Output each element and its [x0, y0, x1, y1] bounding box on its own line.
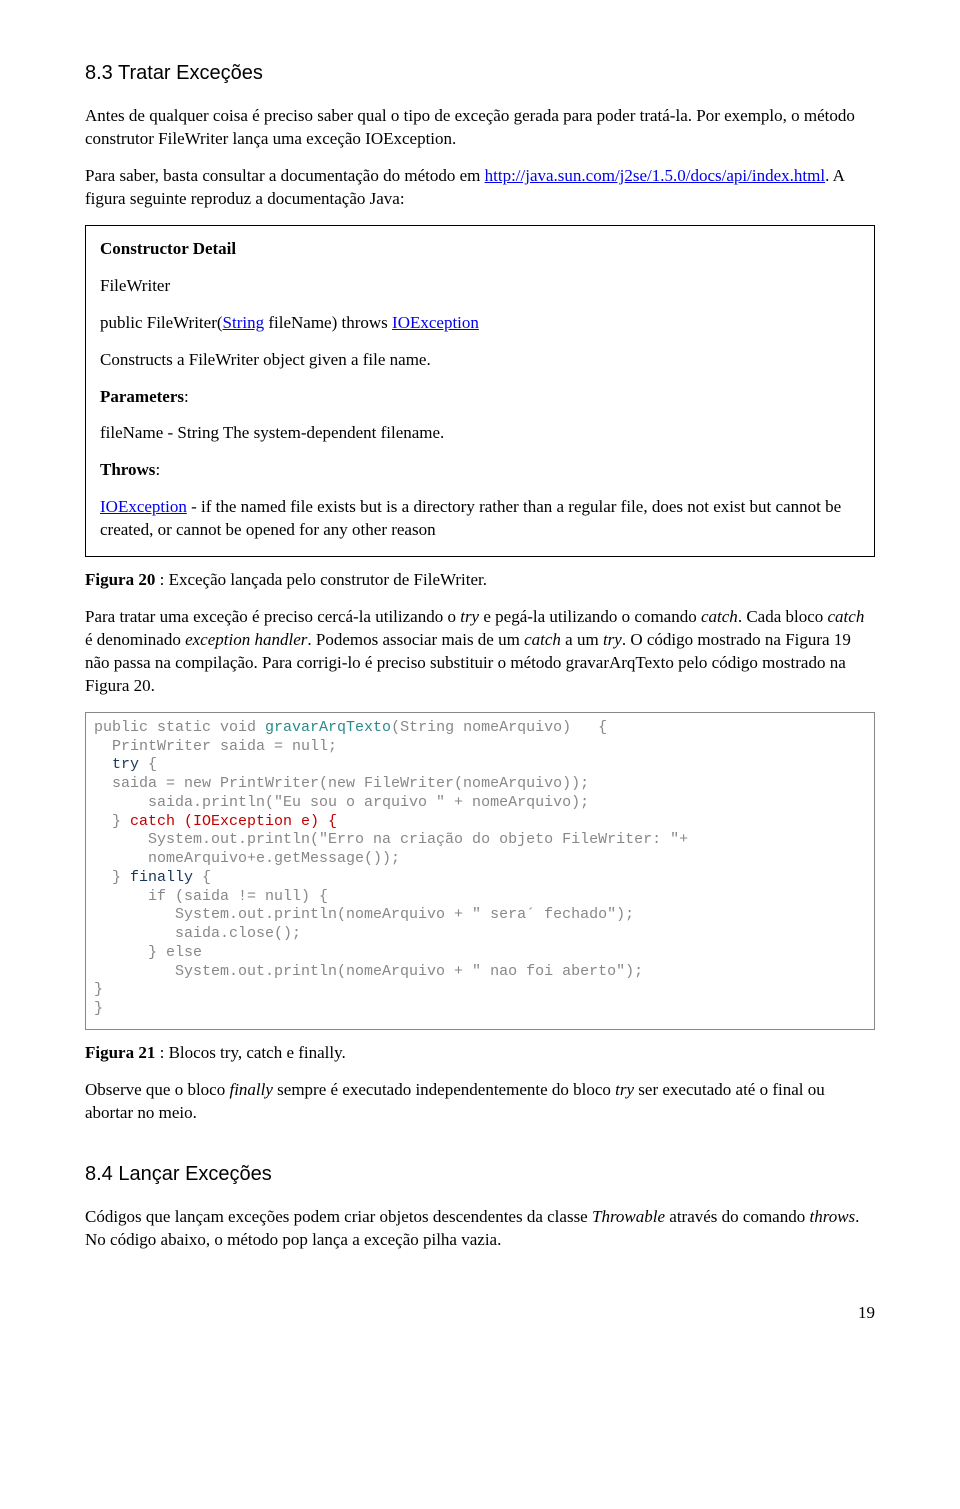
heading-8-4: 8.4 Lançar Exceções [85, 1161, 875, 1188]
text: sempre é executado independentemente do … [273, 1080, 615, 1099]
code-line: try [112, 756, 139, 773]
type-string-link[interactable]: String [223, 313, 265, 332]
text: . Cada bloco [738, 607, 828, 626]
text-italic: finally [229, 1080, 272, 1099]
text: Parameters [100, 387, 184, 406]
code-line: } else [94, 944, 202, 961]
text: : Blocos try, catch e finally. [155, 1043, 345, 1062]
text: Observe que o bloco [85, 1080, 229, 1099]
code-line: (String nomeArquivo) { [391, 719, 607, 736]
code-line: System.out.println(nomeArquivo + " nao f… [94, 963, 643, 980]
text: Para saber, basta consultar a documentaç… [85, 166, 485, 185]
text: . Podemos associar mais de um [307, 630, 524, 649]
text-italic: Throwable [592, 1207, 665, 1226]
text-italic: throws [809, 1207, 855, 1226]
code-line: } [94, 1000, 103, 1017]
text: Para tratar uma exceção é preciso cercá-… [85, 607, 460, 626]
code-line: public static void [94, 719, 265, 736]
throws-heading: Throws: [100, 459, 860, 482]
code-line: saida = new PrintWriter(new FileWriter(n… [94, 775, 589, 792]
code-line [94, 756, 112, 773]
text: e pegá-la utilizando o comando [479, 607, 701, 626]
text: fileName) throws [264, 313, 392, 332]
code-line: saida.close(); [94, 925, 301, 942]
para-intro-1: Antes de qualquer coisa é preciso saber … [85, 105, 875, 151]
code-line: nomeArquivo+e.getMessage()); [94, 850, 400, 867]
heading-8-3: 8.3 Tratar Exceções [85, 60, 875, 87]
code-line: catch (IOException e) { [130, 813, 337, 830]
text: Throws [100, 460, 155, 479]
code-line: } [94, 813, 130, 830]
text-italic: catch [524, 630, 561, 649]
text: : [155, 460, 160, 479]
type-ioexception-link[interactable]: IOException [392, 313, 479, 332]
constructor-desc: Constructs a FileWriter object given a f… [100, 349, 860, 372]
doc-url-link[interactable]: http://java.sun.com/j2se/1.5.0/docs/api/… [485, 166, 825, 185]
code-line: gravarArqTexto [265, 719, 391, 736]
figure-20-caption: Figura 20 : Exceção lançada pelo constru… [85, 569, 875, 592]
code-line: { [193, 869, 211, 886]
page-number: 19 [85, 1302, 875, 1325]
code-line: if (saida != null) { [94, 888, 328, 905]
figure-21-caption: Figura 21 : Blocos try, catch e finally. [85, 1042, 875, 1065]
code-line: saida.println("Eu sou o arquivo " + nome… [94, 794, 589, 811]
text: - if the named file exists but is a dire… [100, 497, 841, 539]
spacer [85, 1139, 875, 1161]
javadoc-box: Constructor Detail FileWriter public Fil… [85, 225, 875, 557]
figure-label: Figura 20 [85, 570, 155, 589]
text: Códigos que lançam exceções podem criar … [85, 1207, 592, 1226]
code-line: System.out.println("Erro na criação do o… [94, 831, 688, 848]
parameters-heading: Parameters: [100, 386, 860, 409]
para-84-1: Códigos que lançam exceções podem criar … [85, 1206, 875, 1252]
text-italic: catch [701, 607, 738, 626]
text: é denominado [85, 630, 185, 649]
throws-ioexception-link[interactable]: IOException [100, 497, 187, 516]
text-italic: exception handler [185, 630, 307, 649]
code-line: PrintWriter saida = null; [94, 738, 337, 755]
filewriter-label: FileWriter [100, 275, 860, 298]
constructor-signature: public FileWriter(String fileName) throw… [100, 312, 860, 335]
text: através do comando [665, 1207, 809, 1226]
text-italic: catch [828, 607, 865, 626]
para-intro-2: Para saber, basta consultar a documentaç… [85, 165, 875, 211]
code-line: System.out.println(nomeArquivo + " sera´… [94, 906, 634, 923]
code-line: finally [130, 869, 193, 886]
code-line: } [94, 869, 130, 886]
text: a um [561, 630, 603, 649]
text-italic: try [460, 607, 479, 626]
parameters-value: fileName - String The system-dependent f… [100, 422, 860, 445]
code-line: } [94, 981, 103, 998]
text-italic: try [615, 1080, 634, 1099]
text: : Exceção lançada pelo construtor de Fil… [155, 570, 487, 589]
para-observe: Observe que o bloco finally sempre é exe… [85, 1079, 875, 1125]
text: public FileWriter( [100, 313, 223, 332]
code-block: public static void gravarArqTexto(String… [85, 712, 875, 1030]
throws-value: IOException - if the named file exists b… [100, 496, 860, 542]
code-line: { [139, 756, 157, 773]
constructor-detail-heading: Constructor Detail [100, 238, 860, 261]
figure-label: Figura 21 [85, 1043, 155, 1062]
text-italic: try [603, 630, 622, 649]
para-try-catch: Para tratar uma exceção é preciso cercá-… [85, 606, 875, 698]
text: : [184, 387, 189, 406]
